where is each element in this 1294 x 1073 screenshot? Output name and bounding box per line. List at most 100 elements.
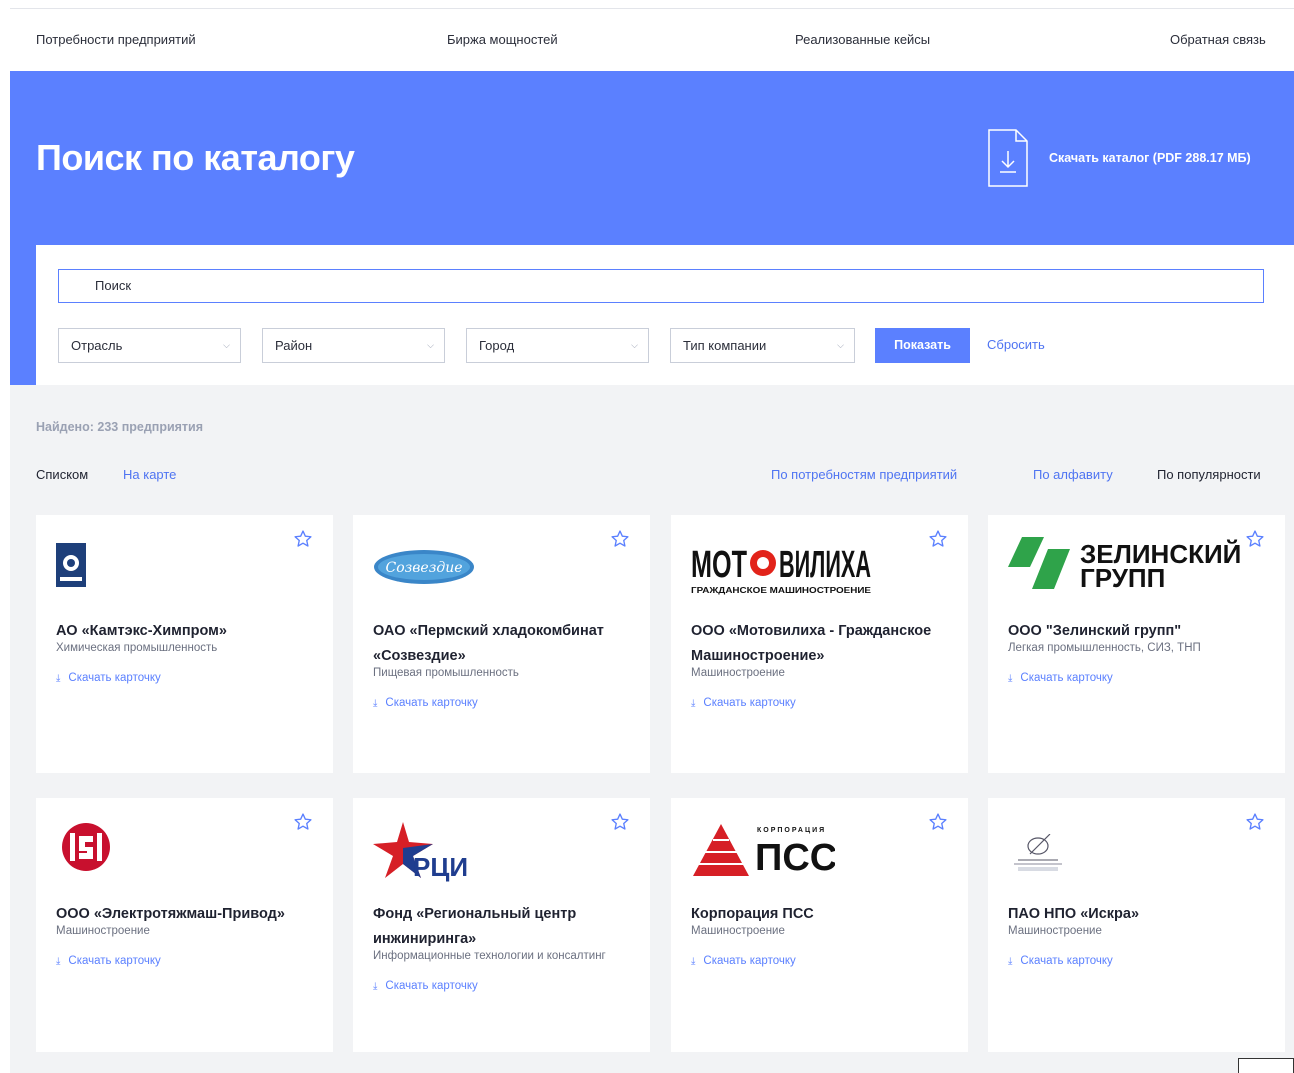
download-icon: ⤓ — [691, 956, 696, 967]
company-card[interactable]: ООО «Электротяжмаш-Привод» Машиностроени… — [36, 798, 333, 1052]
company-card[interactable]: РЦИ Фонд «Региональный центр инжиниринга… — [353, 798, 650, 1052]
industry-select-label: Отрасль — [71, 338, 123, 353]
elektrotyazhmash-logo-icon — [62, 823, 110, 871]
download-catalog-link[interactable]: Скачать каталог (PDF 288.17 МБ) — [1049, 151, 1251, 165]
search-input[interactable]: Поиск — [58, 269, 1264, 303]
iskra-logo-icon — [1014, 834, 1062, 871]
download-icon: ⤓ — [1008, 673, 1013, 684]
reset-link[interactable]: Сбросить — [987, 337, 1045, 352]
download-icon: ⤓ — [691, 698, 696, 709]
download-card-label: Скачать карточку — [1020, 672, 1113, 684]
company-type-select[interactable]: Тип компании ⌵ — [670, 328, 855, 363]
motovilikha-logo-subtitle: ГРАЖДАНСКОЕ МАШИНОСТРОЕНИЕ — [691, 586, 872, 595]
company-industry: Информационные технологии и консалтинг — [373, 950, 606, 962]
industry-select[interactable]: Отрасль ⌵ — [58, 328, 241, 363]
page-title: Поиск по каталогу — [36, 137, 355, 178]
company-industry: Легкая промышленность, СИЗ, ТНП — [1008, 642, 1201, 654]
download-card-label: Скачать карточку — [68, 672, 161, 684]
download-card-label: Скачать карточку — [68, 955, 161, 967]
company-name[interactable]: ООО «Мотовилиха - Гражданское Машиностро… — [691, 623, 931, 664]
company-info: Фонд «Региональный центр инжиниринга» Ин… — [373, 902, 633, 995]
download-card-link[interactable]: ⤓ Скачать карточку — [1008, 953, 1268, 970]
company-card[interactable]: ЗЕЛИНСКИЙ ГРУПП ООО "Зелинский групп" Ле… — [988, 515, 1285, 773]
city-select[interactable]: Город ⌵ — [466, 328, 649, 363]
star-icon[interactable] — [1245, 812, 1265, 832]
company-name[interactable]: АО «Камтэкс-Химпром» — [56, 623, 227, 639]
download-icon: ⤓ — [56, 673, 61, 684]
company-industry: Химическая промышленность — [56, 642, 218, 654]
company-name[interactable]: ОАО «Пермский хладокомбинат «Созвездие» — [373, 623, 604, 664]
nav-link-feedback[interactable]: Обратная связь — [1170, 32, 1266, 47]
company-industry: Машиностроение — [691, 667, 785, 679]
company-info: ОАО «Пермский хладокомбинат «Созвездие» … — [373, 619, 633, 712]
download-card-link[interactable]: ⤓ Скачать карточку — [691, 953, 951, 970]
download-icon: ⤓ — [56, 956, 61, 967]
download-card-link[interactable]: ⤓ Скачать карточку — [373, 695, 633, 712]
company-card[interactable]: КОРПОРАЦИЯ ПСС Корпорация ПСС Машиностро… — [671, 798, 968, 1052]
star-icon[interactable] — [610, 529, 630, 549]
district-select[interactable]: Район ⌵ — [262, 328, 445, 363]
company-info: ПАО НПО «Искра» Машиностроение ⤓ Скачать … — [1008, 902, 1268, 970]
show-button[interactable]: Показать — [875, 328, 970, 363]
star-icon[interactable] — [928, 812, 948, 832]
nav-link-cases[interactable]: Реализованные кейсы — [795, 32, 930, 47]
company-card[interactable]: ПАО НПО «Искра» Машиностроение ⤓ Скачать … — [988, 798, 1285, 1052]
pss-logo-subtitle: КОРПОРАЦИЯ — [757, 827, 826, 834]
sozvezdie-logo-text: Созвездие — [385, 560, 462, 576]
download-card-link[interactable]: ⤓ Скачать карточку — [56, 670, 316, 687]
download-card-link[interactable]: ⤓ Скачать карточку — [373, 978, 633, 995]
download-card-link[interactable]: ⤓ Скачать карточку — [1008, 670, 1268, 687]
download-card-label: Скачать карточку — [1020, 955, 1113, 967]
download-card-label: Скачать карточку — [385, 697, 478, 709]
company-card[interactable]: МОТ ВИЛИХА ГРАЖДАНСКОЕ МАШИНОСТРОЕНИЕ ОО… — [671, 515, 968, 773]
download-card-link[interactable]: ⤓ Скачать карточку — [691, 695, 951, 712]
company-card[interactable]: АО «Камтэкс-Химпром» Химическая промышле… — [36, 515, 333, 773]
download-card-label: Скачать карточку — [703, 697, 796, 709]
pss-logo-text: ПСС — [755, 837, 835, 878]
download-card-link[interactable]: ⤓ Скачать карточку — [56, 953, 316, 970]
nav-link-capacity-exchange[interactable]: Биржа мощностей — [447, 32, 558, 47]
view-map-tab[interactable]: На карте — [123, 467, 176, 482]
sort-by-alphabet[interactable]: По алфавиту — [1033, 467, 1113, 482]
top-nav: Потребности предприятий Биржа мощностей … — [36, 32, 1286, 52]
sort-by-popularity[interactable]: По популярности — [1157, 467, 1261, 482]
top-divider — [10, 8, 1294, 9]
company-info: ООО «Мотовилиха - Гражданское Машиностро… — [691, 619, 951, 712]
star-icon[interactable] — [293, 529, 313, 549]
star-icon[interactable] — [1245, 529, 1265, 549]
scroll-widget[interactable] — [1238, 1058, 1294, 1073]
zelinsky-logo-icon: ЗЕЛИНСКИЙ ГРУПП — [1008, 537, 1241, 593]
company-name[interactable]: ООО "Зелинский групп" — [1008, 623, 1181, 639]
company-name[interactable]: ПАО НПО «Искра» — [1008, 906, 1139, 922]
company-info: Корпорация ПСС Машиностроение ⤓ Скачать к… — [691, 902, 951, 970]
view-list-tab[interactable]: Списком — [36, 467, 88, 482]
company-type-select-label: Тип компании — [683, 338, 767, 353]
star-icon[interactable] — [293, 812, 313, 832]
company-info: ООО "Зелинский групп" Легкая промышленно… — [1008, 619, 1268, 687]
company-info: ООО «Электротяжмаш-Привод» Машиностроени… — [56, 902, 316, 970]
nav-link-needs[interactable]: Потребности предприятий — [36, 32, 196, 47]
motovilikha-logo-text-2: ВИЛИХА — [779, 544, 871, 586]
company-name[interactable]: Корпорация ПСС — [691, 906, 814, 922]
company-card[interactable]: Созвездие ОАО «Пермский хладокомбинат «С… — [353, 515, 650, 773]
rci-logo-text: РЦИ — [413, 852, 468, 882]
download-icon: ⤓ — [1008, 956, 1013, 967]
chevron-down-icon: ⌵ — [837, 340, 844, 350]
results-count: Найдено: 233 предприятия — [36, 420, 204, 434]
company-info: АО «Камтэкс-Химпром» Химическая промышле… — [56, 619, 316, 687]
pdf-download-icon[interactable] — [988, 129, 1028, 187]
company-name[interactable]: Фонд «Региональный центр инжиниринга» — [373, 906, 576, 947]
star-icon[interactable] — [610, 812, 630, 832]
city-select-label: Город — [479, 338, 515, 353]
company-industry: Машиностроение — [56, 925, 150, 937]
company-industry: Машиностроение — [1008, 925, 1102, 937]
district-select-label: Район — [275, 338, 313, 353]
motovilikha-logo-icon: МОТ ВИЛИХА ГРАЖДАНСКОЕ МАШИНОСТРОЕНИЕ — [691, 544, 872, 595]
rci-logo-icon: РЦИ — [373, 822, 468, 882]
company-name[interactable]: ООО «Электротяжмаш-Привод» — [56, 906, 285, 922]
download-icon: ⤓ — [373, 981, 378, 992]
chevron-down-icon: ⌵ — [223, 340, 230, 350]
sort-by-needs[interactable]: По потребностям предприятий — [771, 467, 957, 482]
star-icon[interactable] — [928, 529, 948, 549]
company-industry: Машиностроение — [691, 925, 785, 937]
